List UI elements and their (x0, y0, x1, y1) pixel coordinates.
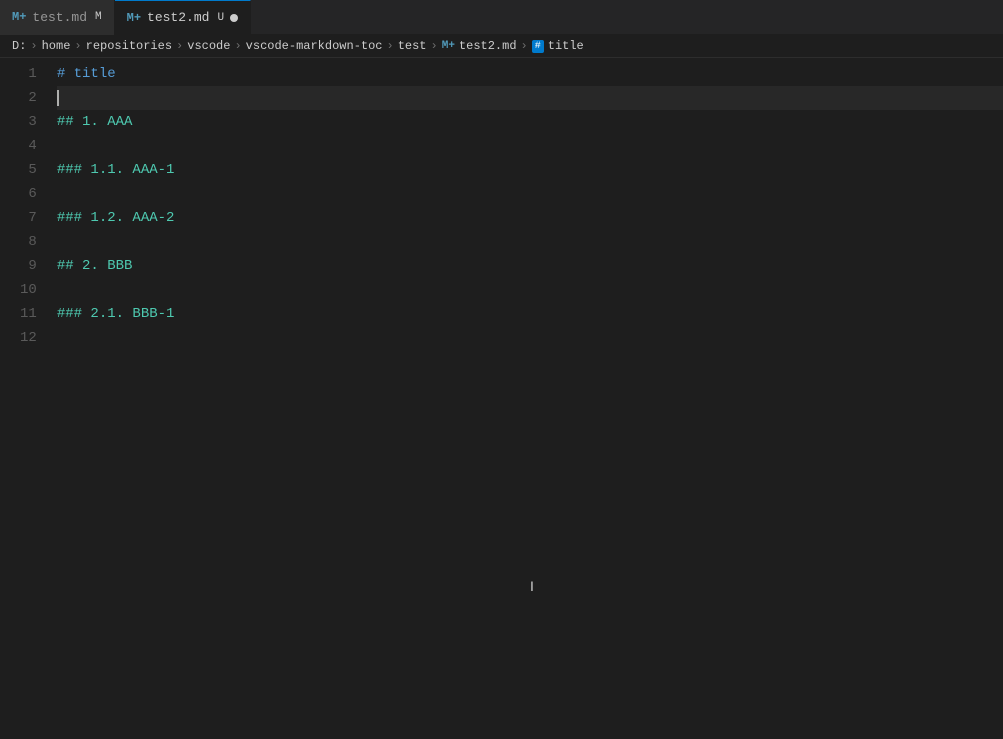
code-line-3: ## 1. AAA (57, 110, 1003, 134)
code-content-7: ### 1.2. AAA-2 (57, 206, 175, 230)
tab-label-test-md: test.md (32, 10, 87, 25)
breadcrumb-sep-4: › (234, 39, 241, 53)
breadcrumb-item-title: title (548, 39, 584, 53)
line-num-4: 4 (20, 134, 37, 158)
code-content-3: ## 1. AAA (57, 110, 133, 134)
line-num-7: 7 (20, 206, 37, 230)
code-line-5: ### 1.1. AAA-1 (57, 158, 1003, 182)
text-cursor-blink (57, 90, 59, 106)
breadcrumb-item-repositories[interactable]: repositories (86, 39, 172, 53)
code-content-1: # title (57, 62, 116, 86)
editor[interactable]: 1 2 3 4 5 6 7 8 9 10 11 12 # title ## 1.… (0, 58, 1003, 734)
tab-test-md[interactable]: M+ test.md M (0, 0, 115, 35)
code-line-8 (57, 230, 1003, 254)
code-content-11: ### 2.1. BBB-1 (57, 302, 175, 326)
code-line-11: ### 2.1. BBB-1 (57, 302, 1003, 326)
code-lines: # title ## 1. AAA ### 1.1. AAA-1 ### 1.2… (53, 62, 1003, 734)
code-content-9: ## 2. BBB (57, 254, 133, 278)
breadcrumb-item-test2md[interactable]: test2.md (459, 39, 517, 53)
line-num-12: 12 (20, 326, 37, 350)
tab-icon-test2-md: M+ (127, 11, 141, 25)
breadcrumb-sep-6: › (431, 39, 438, 53)
line-num-2: 2 (20, 86, 37, 110)
line-num-6: 6 (20, 182, 37, 206)
code-line-9: ## 2. BBB (57, 254, 1003, 278)
tab-badge-test-md: M (95, 11, 102, 23)
line-num-8: 8 (20, 230, 37, 254)
code-content-5: ### 1.1. AAA-1 (57, 158, 175, 182)
breadcrumb-sep-2: › (74, 39, 81, 53)
editor-content: 1 2 3 4 5 6 7 8 9 10 11 12 # title ## 1.… (0, 58, 1003, 734)
code-line-1: # title (57, 62, 1003, 86)
tab-test2-md[interactable]: M+ test2.md U (115, 0, 251, 35)
breadcrumb-item-vscode-markdown-toc[interactable]: vscode-markdown-toc (246, 39, 383, 53)
breadcrumb-sep-3: › (176, 39, 183, 53)
tab-badge-test2-md: U (217, 12, 224, 24)
code-line-12 (57, 326, 1003, 350)
line-num-11: 11 (20, 302, 37, 326)
breadcrumb-sep-5: › (387, 39, 394, 53)
breadcrumb-item-home[interactable]: home (42, 39, 71, 53)
ibeam-cursor: I (530, 578, 534, 594)
code-line-7: ### 1.2. AAA-2 (57, 206, 1003, 230)
breadcrumb-sep-1: › (30, 39, 37, 53)
line-num-5: 5 (20, 158, 37, 182)
breadcrumb-md-icon: M+ (442, 40, 455, 52)
breadcrumb-item-drive: D: (12, 39, 26, 53)
breadcrumb-item-vscode[interactable]: vscode (187, 39, 230, 53)
code-line-2 (57, 86, 1003, 110)
line-num-10: 10 (20, 278, 37, 302)
code-line-6 (57, 182, 1003, 206)
breadcrumb-sep-7: › (521, 39, 528, 53)
line-num-9: 9 (20, 254, 37, 278)
code-line-4 (57, 134, 1003, 158)
tab-icon-test-md: M+ (12, 10, 26, 24)
tab-label-test2-md: test2.md (147, 10, 209, 25)
tab-bar: M+ test.md M M+ test2.md U (0, 0, 1003, 35)
tab-modified-dot (230, 14, 238, 22)
code-line-10 (57, 278, 1003, 302)
line-num-3: 3 (20, 110, 37, 134)
breadcrumb-item-test[interactable]: test (398, 39, 427, 53)
line-num-1: 1 (20, 62, 37, 86)
breadcrumb-symbol-icon: # (532, 40, 544, 53)
line-numbers: 1 2 3 4 5 6 7 8 9 10 11 12 (0, 62, 53, 734)
breadcrumb: D: › home › repositories › vscode › vsco… (0, 35, 1003, 58)
